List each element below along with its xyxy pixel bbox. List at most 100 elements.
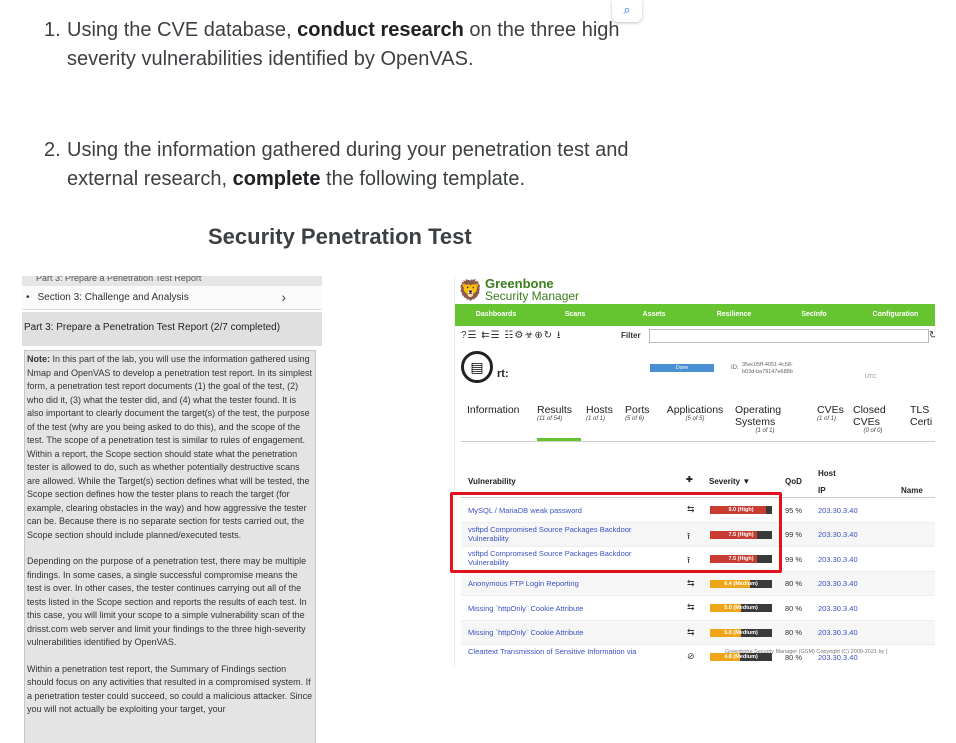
tab-count: (1 of 1) bbox=[755, 428, 775, 434]
severity-label: 6.4 (Medium) bbox=[724, 580, 758, 587]
severity-bar: 5.0 (Medium) bbox=[710, 628, 772, 637]
note-paragraph: Depending on the purpose of a penetratio… bbox=[27, 556, 307, 647]
result-row[interactable]: Missing `httpOnly` Cookie Attribute ⇆ 5.0 … bbox=[461, 620, 935, 645]
mitigation-icon: ⇆ bbox=[687, 626, 695, 637]
tab-cves[interactable]: CVEs (1 of 1) bbox=[817, 404, 845, 423]
host-ip-link[interactable]: 203.30.3.40 bbox=[818, 530, 858, 539]
note-label: Note: bbox=[27, 354, 50, 364]
tab-tls-certificates[interactable]: TLS Certi(1 bbox=[910, 404, 935, 435]
nav-part-link[interactable]: Part 3: Prepare a Penetration Test Repor… bbox=[22, 276, 322, 286]
tab-count: (5 of 6) bbox=[625, 416, 645, 422]
tab-information[interactable]: Information bbox=[467, 404, 520, 416]
chevron-right-icon[interactable]: › bbox=[281, 289, 286, 305]
refresh-icon[interactable]: ↻ bbox=[929, 326, 935, 346]
tab-count: (1 of 1) bbox=[817, 416, 837, 422]
result-row[interactable]: Anonymous FTP Login Reporting ⇆ 6.4 (Mediu… bbox=[461, 571, 935, 596]
report-id-value: 35ec05ff-4051-4c58-b03d-ba79147e688b bbox=[742, 362, 793, 375]
host-ip-link[interactable]: 203.30.3.40 bbox=[818, 506, 858, 515]
menu-configuration[interactable]: Configuration bbox=[855, 304, 935, 326]
result-row[interactable]: Missing `httpOnly` Cookie Attribute ⇆ 5.0 … bbox=[461, 596, 935, 621]
instruction-bold: conduct research bbox=[297, 19, 464, 41]
qod-value: 80 % bbox=[785, 628, 803, 637]
host-ip-link[interactable]: 203.30.3.40 bbox=[818, 555, 858, 564]
col-ip[interactable]: IP bbox=[818, 486, 826, 495]
gsm-header: 🦁 Greenbone Security Manager bbox=[455, 276, 935, 304]
host-ip-link[interactable]: 203.30.3.40 bbox=[818, 579, 858, 588]
col-host: Host bbox=[818, 469, 836, 478]
tab-ports[interactable]: Ports (5 of 6) bbox=[625, 404, 653, 423]
qod-value: 80 % bbox=[785, 603, 803, 613]
lab-panel: Part 3: Prepare a Penetration Test Repor… bbox=[22, 276, 322, 743]
col-qod[interactable]: QoD bbox=[785, 477, 802, 486]
tab-label: Closed CVEs bbox=[853, 404, 886, 428]
tab-label: TLS Certi bbox=[910, 404, 933, 428]
vulnerability-link[interactable]: Cleartext Transmission of Sensitive Info… bbox=[468, 647, 658, 656]
copyright-footer: Greenbone Security Manager (GSM) Copyrig… bbox=[725, 649, 888, 655]
menu-dashboards[interactable]: Dashboards bbox=[455, 304, 537, 326]
tab-closed-cves[interactable]: Closed CVEs (0 of 0) bbox=[853, 404, 893, 435]
mitigation-icon: ⇆ bbox=[687, 577, 695, 588]
utc-label: UTC bbox=[865, 374, 877, 380]
host-ip-link[interactable]: 203.30.3.40 bbox=[818, 628, 858, 637]
greenbone-window: 🦁 Greenbone Security Manager Dashboards … bbox=[454, 276, 935, 666]
menu-assets[interactable]: Assets bbox=[613, 304, 695, 326]
menu-secinfo[interactable]: SecInfo bbox=[773, 304, 855, 326]
main-menu: Dashboards Scans Assets Resilience SecIn… bbox=[455, 304, 935, 326]
instruction-text-part: the following template. bbox=[320, 168, 526, 190]
qod-value: 95 % bbox=[785, 505, 803, 515]
tab-label: Information bbox=[467, 404, 520, 416]
report-title: rt: bbox=[497, 368, 509, 380]
qod-value: 99 % bbox=[785, 530, 803, 539]
instruction-text: Using the CVE database, conduct research… bbox=[44, 16, 664, 74]
qod-value: 99 % bbox=[785, 554, 803, 564]
nav-section-label: Section 3: Challenge and Analysis bbox=[37, 292, 189, 303]
menu-scans[interactable]: Scans bbox=[537, 304, 613, 326]
tab-applications[interactable]: Applications (5 of 5) bbox=[662, 404, 728, 423]
high-severity-highlight-box bbox=[450, 492, 782, 573]
severity-bar: 5.0 (Medium) bbox=[710, 604, 772, 612]
brand-subtitle: Security Manager bbox=[485, 289, 580, 303]
tab-count: (5 of 5) bbox=[685, 416, 705, 422]
instruction-number: 1. bbox=[44, 19, 61, 41]
status-badge: Done bbox=[650, 364, 714, 372]
col-vulnerability[interactable]: Vulnerability bbox=[468, 477, 516, 486]
col-severity[interactable]: Severity ▼ bbox=[709, 477, 750, 486]
tab-label: CVEs bbox=[817, 404, 844, 416]
tab-label: Results bbox=[537, 404, 573, 416]
qod-value: 80 % bbox=[785, 579, 803, 588]
tab-hosts[interactable]: Hosts (1 of 1) bbox=[586, 404, 620, 423]
mitigation-icon: ⇆ bbox=[687, 602, 695, 612]
severity-label: 5.0 (Medium) bbox=[724, 629, 758, 636]
instruction-bold: complete bbox=[232, 168, 321, 190]
report-id-label: ID: bbox=[731, 365, 739, 371]
host-ip-link[interactable]: 203.30.3.40 bbox=[818, 604, 858, 613]
toolbar-icons[interactable]: ?☰ ⇇☰ ☷⚙☣⊕↻ ⭳ bbox=[461, 330, 561, 341]
instruction-number: 2. bbox=[44, 139, 61, 161]
vulnerability-link[interactable]: Anonymous FTP Login Reporting bbox=[468, 579, 658, 588]
tab-count: (1 bbox=[910, 428, 936, 435]
part-heading: Part 3: Prepare a Penetration Test Repor… bbox=[22, 312, 322, 346]
filter-input[interactable] bbox=[649, 329, 929, 343]
col-name[interactable]: Name bbox=[901, 486, 923, 495]
lab-note: Note: In this part of the lab, you will … bbox=[24, 350, 316, 743]
filter-label: Filter bbox=[621, 331, 641, 340]
tab-results[interactable]: Results (11 of 54) bbox=[537, 404, 581, 441]
vulnerability-link[interactable]: Missing `httpOnly` Cookie Attribute bbox=[468, 628, 658, 637]
vulnerability-link[interactable]: Missing `httpOnly` Cookie Attribute bbox=[468, 604, 658, 613]
tab-label: Ports bbox=[625, 404, 650, 416]
tab-count: (1 of 1) bbox=[586, 416, 606, 422]
instruction-1: 1. Using the CVE database, conduct resea… bbox=[44, 16, 664, 74]
instruction-2: 2. Using the information gathered during… bbox=[44, 136, 664, 194]
document-title: Security Penetration Test bbox=[208, 224, 472, 249]
note-paragraph: Within a penetration test report, the Su… bbox=[27, 663, 313, 715]
nav-section-item[interactable]: • Section 3: Challenge and Analysis › bbox=[22, 286, 322, 310]
solution-type-icon[interactable]: ✚ bbox=[686, 475, 693, 484]
severity-label: 5.0 (Medium) bbox=[724, 605, 758, 611]
instruction-text: Using the information gathered during yo… bbox=[44, 136, 664, 194]
menu-resilience[interactable]: Resilience bbox=[695, 304, 773, 326]
screenshot-page: ⌕ 1. Using the CVE database, conduct res… bbox=[0, 0, 956, 743]
report-icon: ▤ bbox=[461, 351, 493, 383]
tab-label: Operating Systems bbox=[735, 404, 782, 428]
tab-operating-systems[interactable]: Operating Systems (1 of 1) bbox=[735, 404, 795, 435]
greenbone-logo-icon: 🦁 bbox=[458, 280, 483, 302]
